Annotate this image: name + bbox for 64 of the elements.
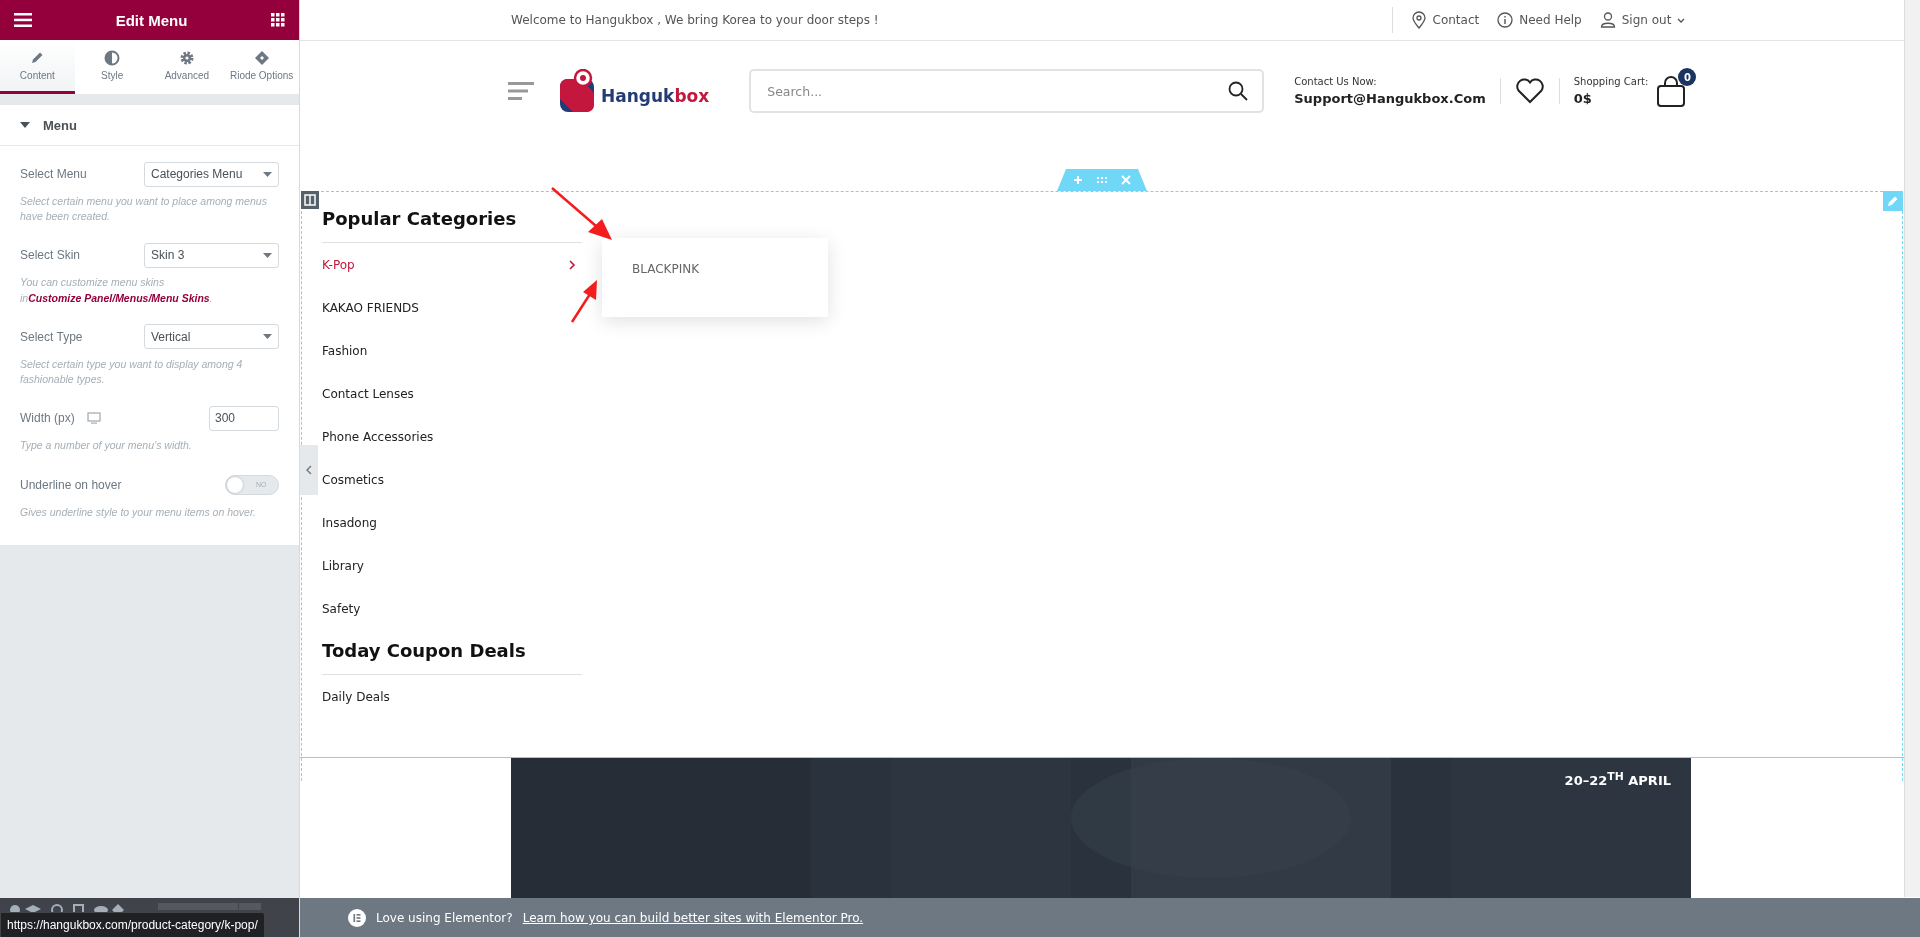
heart-icon[interactable]	[1514, 78, 1545, 104]
column-handle-icon[interactable]	[301, 191, 319, 209]
menu-item[interactable]: Cosmetics	[322, 472, 384, 487]
menu-item[interactable]: K-Pop	[322, 257, 355, 272]
gear-icon	[178, 50, 195, 66]
help-text: Type a number of your menu’s width.	[20, 438, 193, 454]
location-pin-icon	[1410, 11, 1427, 29]
menu-heading: Today Coupon Deals	[322, 639, 527, 663]
annotation-arrow	[570, 278, 600, 324]
menu-icon[interactable]	[14, 13, 32, 27]
number-field[interactable]: 300	[209, 405, 279, 431]
control-label: Select Skin	[20, 248, 81, 263]
menu-item[interactable]: Insadong	[322, 515, 377, 530]
menu-item[interactable]: Safety	[322, 601, 361, 616]
brand-name[interactable]: Hangukbox	[601, 86, 710, 106]
caret-icon	[263, 171, 272, 177]
contact-label: Contact Us Now:	[1294, 76, 1378, 87]
control-label: Select Menu	[20, 167, 87, 181]
top-link[interactable]: Sign out	[1599, 11, 1686, 29]
cart-count: 0	[1678, 68, 1697, 86]
banner-date: 20–22$^{TH}$ APRIL	[1564, 770, 1671, 789]
status-url-tooltip: https://hangukbox.com/product-category/k-pop/	[0, 912, 265, 937]
contact-email[interactable]: Support@Hangukbox.Com	[1294, 91, 1486, 106]
notice-link[interactable]: Learn how you can build better sites with Elementor Pro.	[522, 911, 864, 925]
elementor-icon	[348, 909, 366, 927]
help-text: Gives underline style to your menu items on hover.	[20, 504, 257, 520]
submenu-item[interactable]: BLACKPINK	[632, 262, 798, 276]
control-label: Width (px)	[20, 411, 75, 426]
info-icon	[1497, 11, 1514, 29]
select-field[interactable]: Categories Menu	[144, 161, 279, 187]
cart-label: Shopping Cart:	[1573, 76, 1649, 87]
menu-item[interactable]: Fashion	[322, 343, 368, 358]
section-header[interactable]: Menu	[0, 105, 299, 146]
panel-title: Edit Menu	[115, 11, 188, 29]
control-label: Select Type	[20, 329, 83, 344]
notice-text: Love using Elementor?	[376, 911, 513, 925]
select-field[interactable]: Vertical	[144, 324, 279, 350]
user-icon	[1599, 11, 1616, 29]
cart-total: 0$	[1573, 91, 1593, 106]
help-text: Select certain menu you want to place among menus have been created.	[20, 194, 268, 225]
menu-item[interactable]: Daily Deals	[322, 689, 390, 704]
menu-heading: Popular Categories	[322, 207, 518, 231]
scrollbar[interactable]	[1904, 0, 1920, 897]
menu-item[interactable]: Contact Lenses	[322, 386, 414, 401]
top-link[interactable]: Need Help	[1497, 11, 1582, 29]
welcome-text: Welcome to Hangukbox , We bring Korea to your door steps !	[511, 13, 879, 27]
chevron-icon	[306, 465, 312, 475]
caret-icon	[263, 334, 272, 340]
menu-item[interactable]: Phone Accessories	[322, 429, 434, 444]
menu-item[interactable]: KAKAO FRIENDS	[322, 300, 419, 315]
caret-icon	[263, 252, 272, 258]
search-icon[interactable]	[1228, 81, 1249, 101]
diamond-icon	[253, 50, 270, 66]
control-label: Underline on hover	[20, 477, 122, 492]
search-field[interactable]: Search...	[749, 69, 1265, 113]
contrast-icon	[104, 50, 121, 66]
menu-item[interactable]: Library	[322, 558, 364, 573]
select-field[interactable]: Skin 3	[144, 242, 279, 268]
grid-icon[interactable]	[271, 13, 285, 27]
annotation-arrow	[550, 186, 614, 242]
top-link[interactable]: Contact	[1410, 11, 1480, 29]
help-link[interactable]: Customize Panel/Menus/Menu Skins	[28, 291, 210, 304]
help-text: You can customize menu skins inCustomize Panel/Menus/Menu Skins.	[20, 275, 214, 306]
help-text: Select certain type you want to display among 4 fashionable types.	[20, 356, 244, 388]
